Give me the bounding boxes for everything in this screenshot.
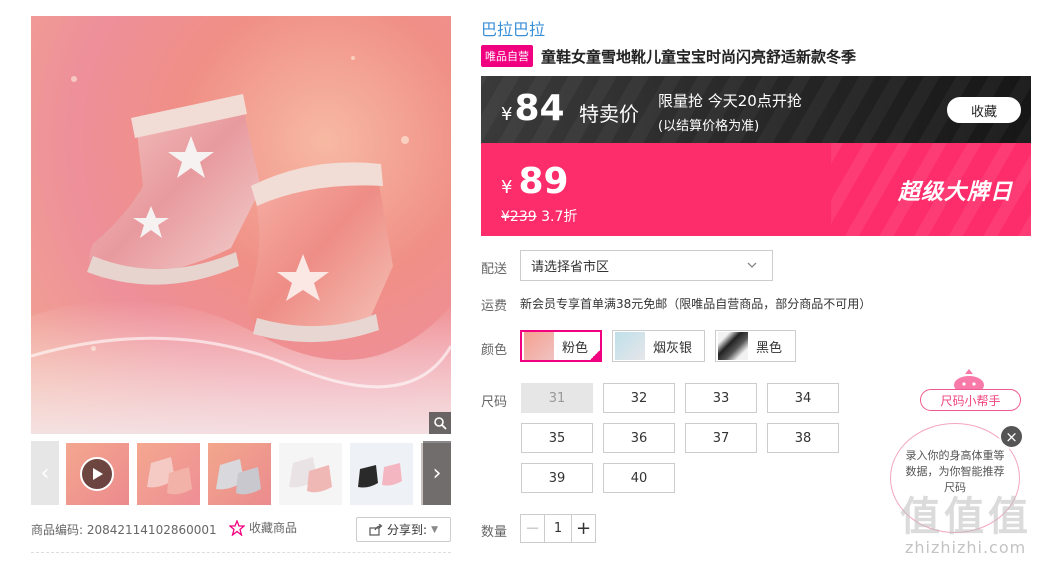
- flash-sale-price: ¥ 84: [501, 88, 565, 129]
- goods-meta-row: 商品编码: 20842114102860001 收藏商品 分享到: ▼: [31, 517, 451, 543]
- share-icon: [369, 523, 383, 536]
- boots-illustration: [31, 94, 451, 434]
- price-bar: ¥ 89 ¥239 3.7折 超级大牌日: [481, 143, 1031, 236]
- self-operated-badge: 唯品自营: [481, 45, 533, 67]
- goods-code: 商品编码: 20842114102860001: [31, 523, 217, 537]
- quantity-label: 数量: [481, 525, 508, 540]
- selected-check-icon: [588, 348, 602, 362]
- title-row: 唯品自营 童鞋女童雪地靴儿童宝宝时尚闪亮舒适新款冬季: [481, 45, 856, 67]
- color-option-silver[interactable]: 烟灰银: [612, 330, 705, 362]
- thumbnail-prev-button[interactable]: ‹: [31, 441, 59, 505]
- size-option-32[interactable]: 32: [603, 383, 675, 413]
- delivery-label: 配送: [481, 262, 508, 277]
- size-option-34[interactable]: 34: [767, 383, 839, 413]
- favorite-product-button[interactable]: 收藏商品: [229, 519, 297, 536]
- thumbnail-video[interactable]: [66, 443, 129, 505]
- product-title: 童鞋女童雪地靴儿童宝宝时尚闪亮舒适新款冬季: [541, 47, 857, 66]
- quantity-input[interactable]: 1: [545, 515, 571, 542]
- close-icon[interactable]: ×: [999, 424, 1024, 449]
- promo-event-label: 超级大牌日: [897, 180, 1013, 205]
- flash-sale-bar: ¥ 84 特卖价 限量抢 今天20点开抢 (以结算价格为准) 收藏: [481, 76, 1031, 143]
- pink-boot-swatch: [524, 332, 554, 360]
- size-option-33[interactable]: 33: [685, 383, 757, 413]
- size-option-35[interactable]: 35: [521, 423, 593, 453]
- size-option-39[interactable]: 39: [521, 463, 593, 493]
- color-label: 颜色: [481, 343, 508, 358]
- silver-boot-swatch: [615, 332, 645, 360]
- chevron-right-icon: ›: [432, 460, 442, 486]
- size-option-40[interactable]: 40: [603, 463, 675, 493]
- share-dropdown[interactable]: 分享到: ▼: [356, 517, 451, 542]
- thumbnail-image[interactable]: [208, 443, 271, 505]
- original-price: ¥239 3.7折: [501, 209, 578, 225]
- shipping-label: 运费: [481, 299, 508, 314]
- star-icon: [229, 519, 245, 536]
- flash-sale-label: 特卖价: [579, 102, 639, 126]
- quantity-increase-button[interactable]: +: [571, 515, 595, 542]
- black-boot-swatch: [718, 332, 748, 360]
- quantity-decrease-button[interactable]: −: [521, 515, 545, 542]
- shipping-text: 新会员专享首单满38元免邮（限唯品自营商品，部分商品不可用）: [520, 297, 872, 311]
- color-option-black[interactable]: 黑色: [715, 330, 796, 362]
- thumbnail-image[interactable]: [137, 443, 200, 505]
- size-label: 尺码: [481, 395, 508, 410]
- region-select[interactable]: 请选择省市区: [520, 250, 773, 281]
- thumbnail-image[interactable]: [279, 443, 342, 505]
- region-select-value: 请选择省市区: [531, 260, 610, 275]
- size-option-38[interactable]: 38: [767, 423, 839, 453]
- watermark-url: zhizhizhi.com: [905, 538, 1027, 557]
- brand-link[interactable]: 巴拉巴拉: [481, 16, 545, 40]
- size-helper-button[interactable]: 尺码小帮手: [920, 389, 1021, 411]
- magnifier-icon: [434, 417, 447, 430]
- size-option-36[interactable]: 36: [603, 423, 675, 453]
- color-option-pink[interactable]: 粉色: [520, 330, 602, 362]
- thumbnail-image[interactable]: [350, 443, 413, 505]
- size-option-31: 31: [521, 383, 593, 413]
- quantity-stepper: − 1 +: [520, 514, 596, 543]
- chevron-down-icon: ▼: [431, 524, 438, 535]
- flash-sale-info: 限量抢 今天20点开抢 (以结算价格为准): [658, 92, 802, 134]
- main-product-image[interactable]: [31, 16, 451, 434]
- watermark-logo: 值值值: [900, 494, 1032, 540]
- discount-label: 3.7折: [541, 209, 578, 225]
- favorite-label: 收藏商品: [249, 521, 298, 535]
- share-label: 分享到:: [387, 523, 428, 537]
- collect-button[interactable]: 收藏: [947, 97, 1021, 123]
- divider: [31, 552, 451, 553]
- thumbnail-next-button[interactable]: ›: [423, 441, 451, 505]
- zoom-button[interactable]: [429, 412, 451, 434]
- play-icon: [80, 457, 114, 491]
- chevron-down-icon: [747, 262, 757, 268]
- size-option-37[interactable]: 37: [685, 423, 757, 453]
- current-price: ¥ 89: [501, 161, 569, 202]
- thumbnail-strip: ‹ ›: [31, 441, 451, 505]
- chevron-left-icon: ‹: [40, 460, 50, 486]
